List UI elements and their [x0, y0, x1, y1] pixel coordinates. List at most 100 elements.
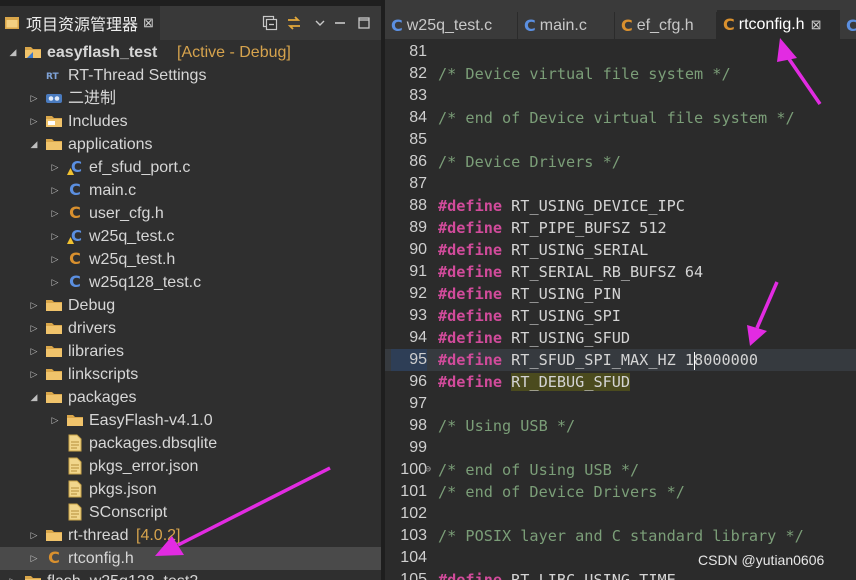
collapsed-arrow-icon[interactable]: ▷	[29, 547, 39, 570]
tree-item[interactable]: ▷ libraries	[0, 340, 381, 363]
code-line[interactable]: 86 /* Device Drivers */	[385, 151, 856, 173]
tree-item-label: w25q128_test.c	[89, 274, 202, 291]
comment-token: /* Using USB */	[438, 417, 576, 435]
code-token: 64	[684, 263, 704, 281]
folder-icon	[66, 411, 84, 429]
collapsed-arrow-icon[interactable]: ▷	[29, 524, 39, 547]
collapsed-arrow-icon[interactable]: ▷	[29, 110, 39, 133]
tree-item[interactable]: ▷ flash_w25q128_test2	[0, 570, 381, 580]
collapsed-arrow-icon[interactable]: ▷	[29, 363, 39, 386]
tree-item[interactable]: RT RT-Thread Settings	[0, 64, 381, 87]
keyword-token: #define	[438, 197, 503, 215]
code-line[interactable]: 93 #define RT_USING_SPI	[385, 305, 856, 327]
maximize-icon[interactable]	[355, 14, 373, 32]
tree-item[interactable]: ▷ Cw25q_test.c	[0, 225, 381, 248]
editor-tab[interactable]: Cef_cfg.h	[615, 12, 717, 40]
code-line[interactable]: 87	[385, 173, 856, 195]
tree-item-label: pkgs.json	[89, 481, 157, 498]
tree-item[interactable]: ▷ 二进制	[0, 87, 381, 110]
minimize-icon[interactable]	[331, 14, 349, 32]
collapsed-arrow-icon[interactable]: ▷	[50, 225, 60, 248]
collapsed-arrow-icon[interactable]: ▷	[29, 294, 39, 317]
tree-item[interactable]: packages.dbsqlite	[0, 432, 381, 455]
tree-item[interactable]: ▷ Includes	[0, 110, 381, 133]
view-menu-icon[interactable]	[311, 14, 329, 32]
editor-tab[interactable]: Crtconfig.h ⊠	[717, 10, 840, 40]
code-line[interactable]: 84 /* end of Device virtual file system *…	[385, 107, 856, 129]
expanded-arrow-icon[interactable]: ◢	[29, 386, 39, 409]
collapsed-arrow-icon[interactable]: ▷	[29, 317, 39, 340]
tree-item[interactable]: ▷ drivers	[0, 317, 381, 340]
c-source-icon: C	[69, 180, 81, 199]
comment-token: /* end of Using USB */	[438, 461, 640, 479]
collapse-all-icon[interactable]	[261, 14, 279, 32]
collapsed-arrow-icon[interactable]: ▷	[29, 340, 39, 363]
editor-tab[interactable]: Cw25q_test.c	[385, 12, 518, 40]
collapsed-arrow-icon[interactable]: ▷	[29, 87, 39, 110]
editor-tab[interactable]: C	[840, 12, 856, 40]
code-line[interactable]: 98 /* Using USB */	[385, 415, 856, 437]
tree-item[interactable]: ▷ EasyFlash-v4.1.0	[0, 409, 381, 432]
code-line[interactable]: 81	[385, 41, 856, 63]
tree-item[interactable]: ▷ Cef_sfud_port.c	[0, 156, 381, 179]
code-line[interactable]: 89 #define RT_PIPE_BUFSZ 512	[385, 217, 856, 239]
code-line[interactable]: 85	[385, 129, 856, 151]
collapsed-arrow-icon[interactable]: ▷	[50, 271, 60, 294]
code-line[interactable]: 101 /* end of Device Drivers */	[385, 481, 856, 503]
code-line[interactable]: 94 #define RT_USING_SFUD	[385, 327, 856, 349]
code-line[interactable]: 100 ⊖ /* end of Using USB */	[385, 459, 856, 481]
line-number: 93	[409, 307, 427, 324]
tree-item[interactable]: ▷ Crtconfig.h	[0, 547, 381, 570]
tree-item[interactable]: ▷ Debug	[0, 294, 381, 317]
project-icon	[24, 572, 42, 580]
explorer-tab[interactable]: 项目资源管理器 ⊠	[0, 6, 160, 40]
code-line[interactable]: 99	[385, 437, 856, 459]
tree-item[interactable]: ◢ applications	[0, 133, 381, 156]
tree-item-label: packages	[68, 389, 137, 406]
collapsed-arrow-icon[interactable]: ▷	[50, 248, 60, 271]
collapsed-arrow-icon[interactable]: ▷	[50, 156, 60, 179]
tree-item[interactable]: ▷ Cmain.c	[0, 179, 381, 202]
tree-item[interactable]: ◢ packages	[0, 386, 381, 409]
code-editor[interactable]: Cw25q_test.c Cmain.c Cef_cfg.h Crtconfig.h ⊠…	[385, 0, 856, 580]
c-source-icon: C	[391, 15, 403, 35]
code-line[interactable]: 103 /* POSIX layer and C standard library…	[385, 525, 856, 547]
code-line[interactable]: 88 #define RT_USING_DEVICE_IPC	[385, 195, 856, 217]
collapsed-arrow-icon[interactable]: ▷	[50, 202, 60, 225]
code-line[interactable]: 96 #define RT_DEBUG_SFUD	[385, 371, 856, 393]
fold-toggle-icon[interactable]: ⊖	[425, 459, 431, 481]
code-line[interactable]: 91 #define RT_SERIAL_RB_BUFSZ 64	[385, 261, 856, 283]
line-number: 88	[409, 197, 427, 214]
tree-item[interactable]: ▷ Cuser_cfg.h	[0, 202, 381, 225]
close-icon[interactable]: ⊠	[143, 15, 154, 31]
code-line[interactable]: 83	[385, 85, 856, 107]
code-line[interactable]: 95 #define RT_SFUD_SPI_MAX_HZ 18000000	[385, 349, 856, 371]
code-line[interactable]: 97	[385, 393, 856, 415]
code-line[interactable]: 82 /* Device virtual file system */	[385, 63, 856, 85]
tree-item[interactable]: ▷ Cw25q_test.h	[0, 248, 381, 271]
comment-token: /* Device Drivers */	[438, 153, 621, 171]
tree-item[interactable]: ◢ easyflash_test [Active - Debug]	[0, 41, 381, 64]
keyword-token: #define	[438, 373, 503, 391]
tree-item[interactable]: SConscript	[0, 501, 381, 524]
tree-item[interactable]: pkgs_error.json	[0, 455, 381, 478]
collapsed-arrow-icon[interactable]: ▷	[50, 409, 60, 432]
tree-item[interactable]: ▷ rt-thread [4.0.2]	[0, 524, 381, 547]
tree-item[interactable]: pkgs.json	[0, 478, 381, 501]
link-editor-icon[interactable]	[285, 14, 303, 32]
expanded-arrow-icon[interactable]: ◢	[29, 133, 39, 156]
code-line[interactable]: 102	[385, 503, 856, 525]
tree-item-decoration: [4.0.2]	[136, 527, 181, 544]
collapsed-arrow-icon[interactable]: ▷	[8, 570, 18, 580]
editor-tab[interactable]: Cmain.c	[518, 12, 615, 40]
code-line[interactable]: 105 #define RT_LIBC_USING_TIME	[385, 569, 856, 580]
tree-item[interactable]: ▷ linkscripts	[0, 363, 381, 386]
tree-item[interactable]: ▷ Cw25q128_test.c	[0, 271, 381, 294]
collapsed-arrow-icon[interactable]: ▷	[50, 179, 60, 202]
code-line[interactable]: 90 #define RT_USING_SERIAL	[385, 239, 856, 261]
close-icon[interactable]: ⊠	[811, 17, 822, 33]
code-line[interactable]: 92 #define RT_USING_PIN	[385, 283, 856, 305]
expanded-arrow-icon[interactable]: ◢	[8, 41, 18, 64]
binaries-icon	[45, 89, 63, 107]
code-token: 8000000	[694, 351, 759, 369]
